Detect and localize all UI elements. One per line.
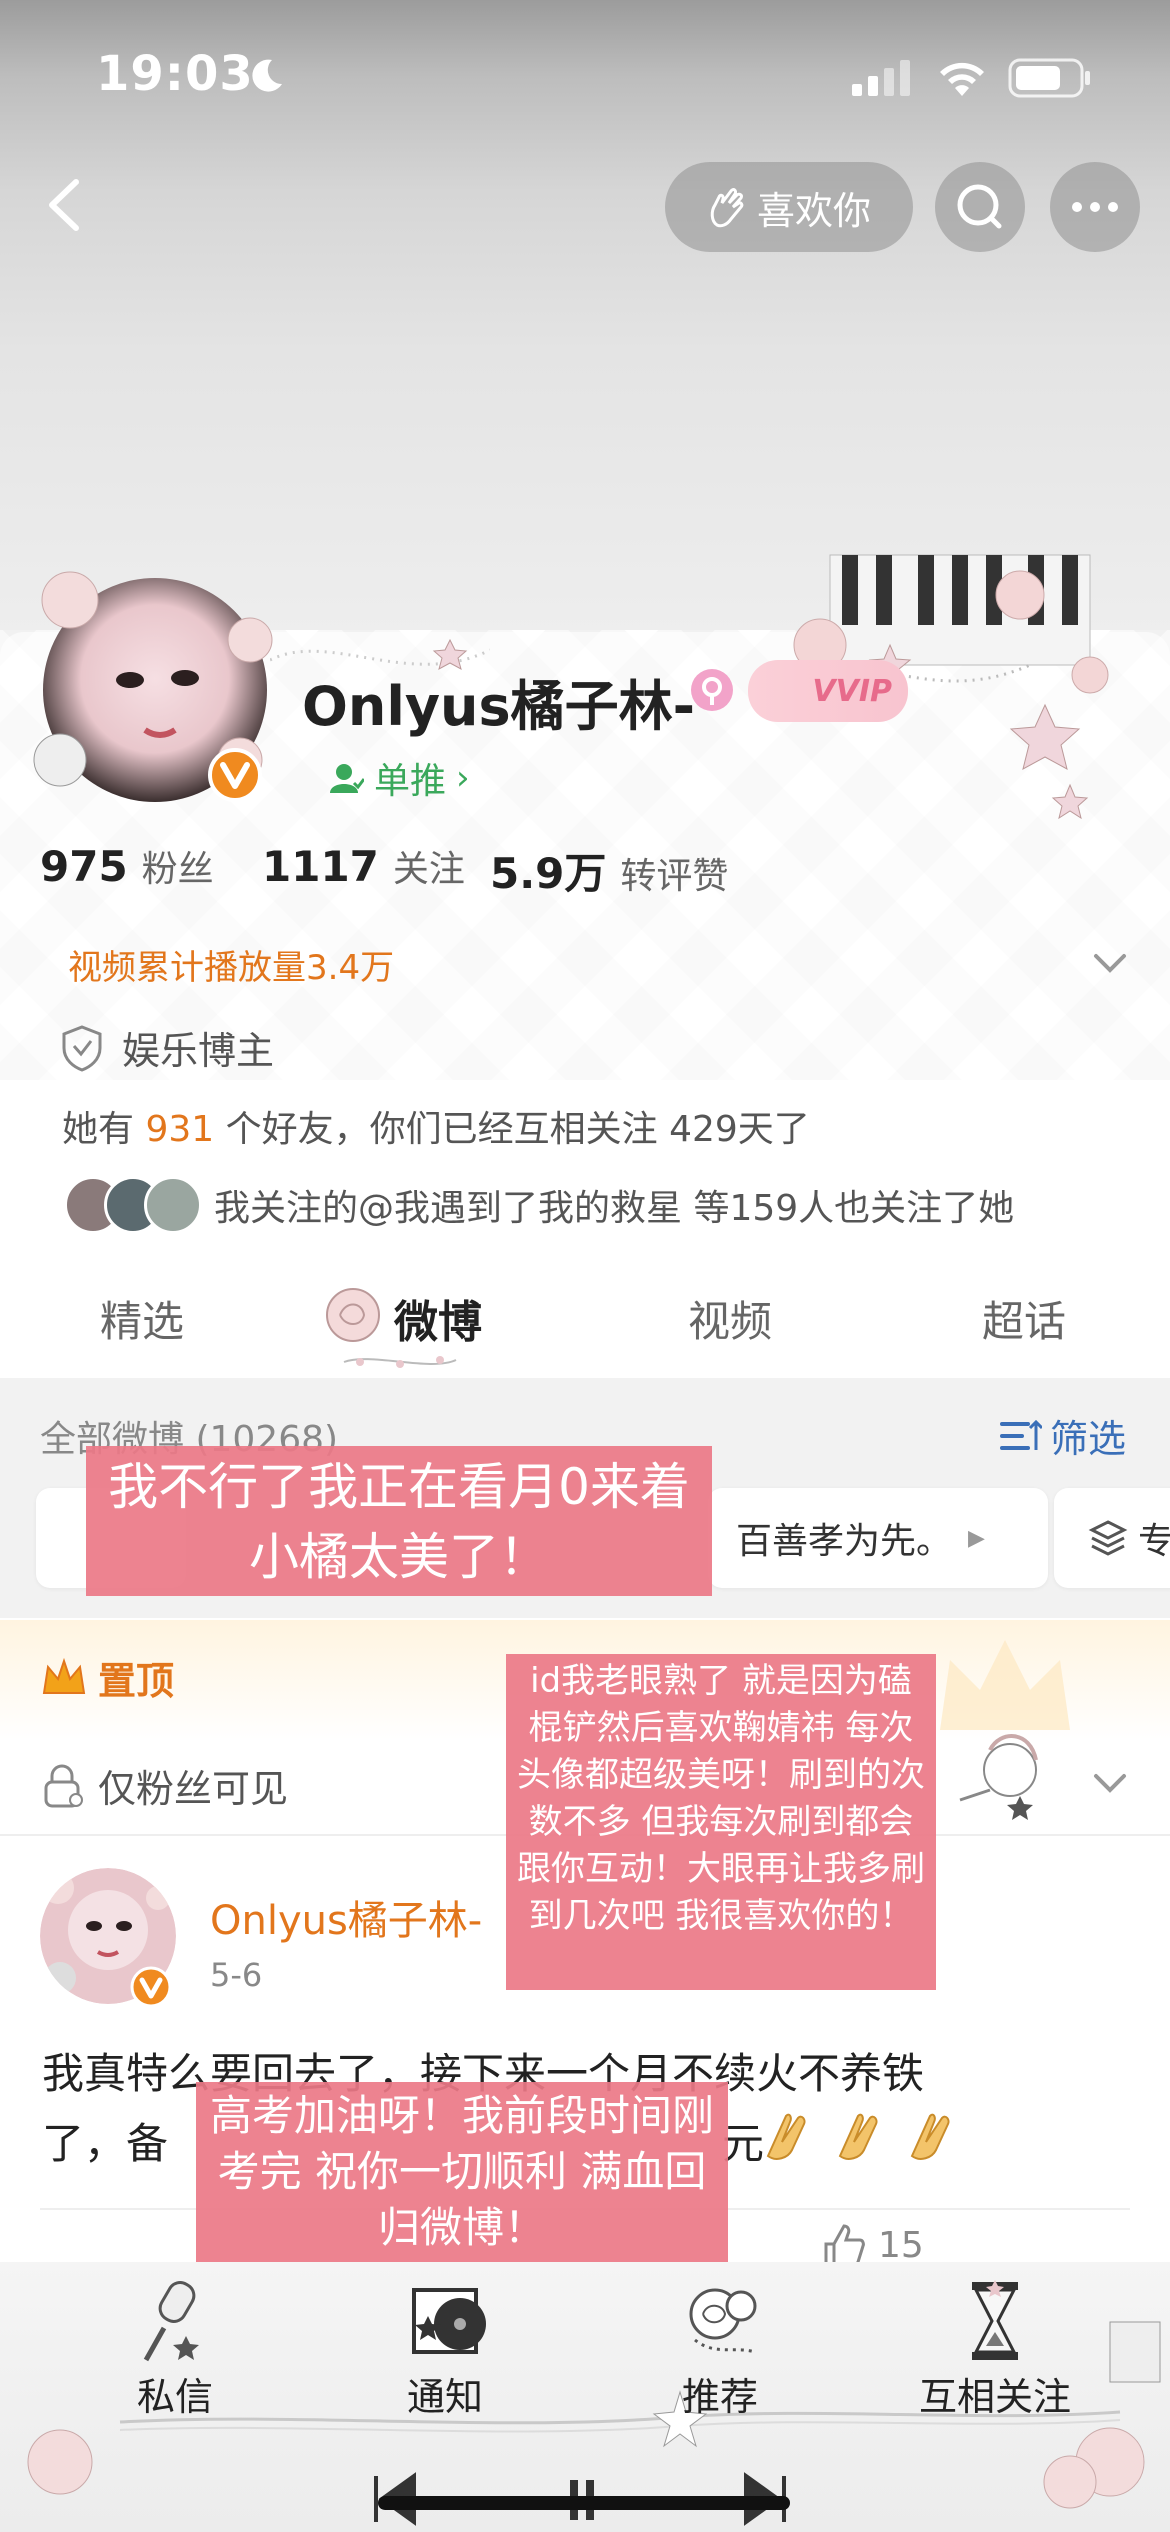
filter-label: 筛选 [1050, 1417, 1127, 1461]
rose-icon [689, 2288, 757, 2354]
tab-featured[interactable]: 精选 [100, 1288, 184, 1349]
friends-prefix: 她有 [62, 1109, 135, 1150]
stat-number: 5.9万 [490, 849, 607, 898]
chip-right[interactable]: 专 [1054, 1488, 1170, 1588]
post-author[interactable]: Onlyus橘子林- [210, 1888, 482, 1946]
chevron-right-icon: › [456, 758, 470, 798]
vip-badge-label: VVIP [812, 673, 892, 709]
nav-item-mutual-follow[interactable]: 互相关注 [910, 2276, 1080, 2421]
nav-label: 通知 [406, 2375, 483, 2419]
comment-note-1: 我不行了我正在看月0来着 小橘太美了！ [86, 1446, 712, 1596]
group-label: 单推 [374, 761, 447, 802]
tab-weibo[interactable]: 微博 [394, 1286, 482, 1350]
like-you-button[interactable]: 喜欢你 [665, 162, 913, 252]
video-plays: 视频累计播放量3.4万 [68, 948, 395, 988]
stat-label: 关注 [392, 849, 465, 890]
search-button[interactable] [935, 162, 1025, 252]
pray-hands-icon [766, 2113, 806, 2160]
group-tag[interactable]: 单推 › [330, 752, 470, 804]
chip-middle-label: 百善孝为先。 [736, 1521, 953, 1562]
post-date: 5-6 [210, 1956, 263, 1994]
friends-count: 931 [145, 1109, 215, 1150]
female-icon [690, 668, 734, 712]
post-text-line2-start: 了，备 [42, 2119, 169, 2168]
tab-rose-icon [318, 1280, 388, 1350]
chip-middle[interactable]: 百善孝为先。 ▶ [708, 1488, 1048, 1588]
home-indicator [378, 2496, 790, 2510]
category-row: 娱乐博主 [60, 1020, 274, 1075]
pray-hands-icon [910, 2113, 950, 2160]
pinned-label: 置顶 [98, 1659, 175, 1703]
mutual-text: 我关注的@我遇到了我的救星 等159人也关注了她 [214, 1188, 1015, 1229]
category-label: 娱乐博主 [122, 1029, 275, 1073]
pray-hands-icon [838, 2113, 878, 2160]
nav-item-messages[interactable]: 私信 [110, 2276, 240, 2421]
caret-right-icon: ▶ [968, 1525, 985, 1551]
tab-supertopic[interactable]: 超话 [982, 1288, 1066, 1349]
pray-hands-emoji-row [758, 2106, 960, 2164]
tab-video[interactable]: 视频 [688, 1288, 772, 1349]
nav-label: 私信 [136, 2375, 213, 2419]
chip-right-label: 专 [1138, 1521, 1170, 1562]
crown-icon [42, 1657, 86, 1694]
mutual-avatars [64, 1176, 204, 1234]
nav-label: 推荐 [681, 2375, 758, 2419]
verified-badge-icon [208, 748, 262, 802]
stat-number: 975 [40, 842, 128, 891]
like-you-label: 喜欢你 [756, 188, 871, 233]
visibility-row: 仅粉丝可见 [38, 1758, 288, 1813]
profile-name: Onlyus橘子林- [302, 675, 696, 738]
post-verified-icon [130, 1966, 172, 2008]
back-button[interactable] [30, 170, 100, 240]
microphone-icon [143, 2281, 199, 2362]
stat-label: 转评赞 [620, 856, 729, 897]
expand-chevron-icon[interactable] [1090, 942, 1130, 982]
tab-indicator [340, 1350, 460, 1372]
moon-icon [246, 56, 286, 96]
like-count: 15 [878, 2224, 924, 2266]
status-time: 19:03 [96, 46, 254, 102]
wifi-icon [935, 56, 989, 98]
lock-icon [44, 1764, 83, 1807]
signal-icon [850, 60, 914, 96]
nav-item-recommended[interactable]: 推荐 [655, 2276, 785, 2421]
more-button[interactable] [1050, 162, 1140, 252]
shield-icon [62, 1024, 102, 1072]
stat-number: 1117 [262, 842, 379, 891]
avatar [144, 1176, 202, 1234]
stat-following[interactable]: 1117 关注 [262, 840, 465, 892]
layers-icon [1088, 1520, 1128, 1556]
comment-note-3-text: 高考加油呀！我前段时间刚考完 祝你一切顺利 满血回归微博！ [209, 2091, 714, 2252]
hand-icon [707, 185, 747, 229]
nav-label: 互相关注 [918, 2375, 1071, 2419]
comment-note-2-text: id我老眼熟了 就是因为磕棍铲然后喜欢鞠婧祎 每次头像都超级美呀！刷到的次数不多… [517, 1661, 925, 1936]
friends-info: 她有 931 个好友，你们已经互相关注 429天了 [62, 1100, 810, 1152]
stat-interactions[interactable]: 5.9万 转评赞 [490, 840, 728, 901]
mutual-follows[interactable]: 我关注的@我遇到了我的救星 等159人也关注了她 [64, 1176, 1014, 1234]
filter-button[interactable]: 筛选 [998, 1408, 1126, 1463]
comment-note-1-text: 我不行了我正在看月0来着 小橘太美了！ [108, 1458, 690, 1586]
vip-badge: VVIP [748, 660, 908, 722]
anime-sticker [950, 1730, 1060, 1820]
comment-note-3: 高考加油呀！我前段时间刚考完 祝你一切顺利 满血回归微博！ [196, 2082, 728, 2262]
filter-icon [1000, 1419, 1042, 1450]
friends-suffix: 个好友，你们已经互相关注 429天了 [225, 1109, 810, 1150]
comment-note-2: id我老眼熟了 就是因为磕棍铲然后喜欢鞠婧祎 每次头像都超级美呀！刷到的次数不多… [506, 1654, 936, 1990]
visibility-label: 仅粉丝可见 [98, 1767, 289, 1811]
stat-fans[interactable]: 975 粉丝 [40, 840, 214, 892]
crown-watermark-icon [930, 1630, 1080, 1740]
person-icon [330, 764, 364, 793]
stat-label: 粉丝 [141, 849, 214, 890]
nav-item-notifications[interactable]: 通知 [380, 2276, 510, 2421]
pinned-row: 置顶 [40, 1650, 174, 1705]
battery-icon [1008, 58, 1092, 98]
hourglass-icon [972, 2280, 1018, 2360]
chevron-down-icon[interactable] [1090, 1762, 1130, 1802]
record-player-icon [412, 2288, 486, 2354]
